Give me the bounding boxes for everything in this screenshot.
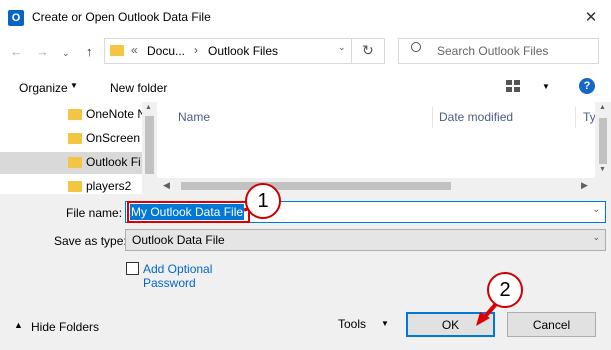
annotation-step-1-badge: 1 [245, 183, 281, 219]
annotation-step-2-badge: 2 [487, 272, 523, 308]
